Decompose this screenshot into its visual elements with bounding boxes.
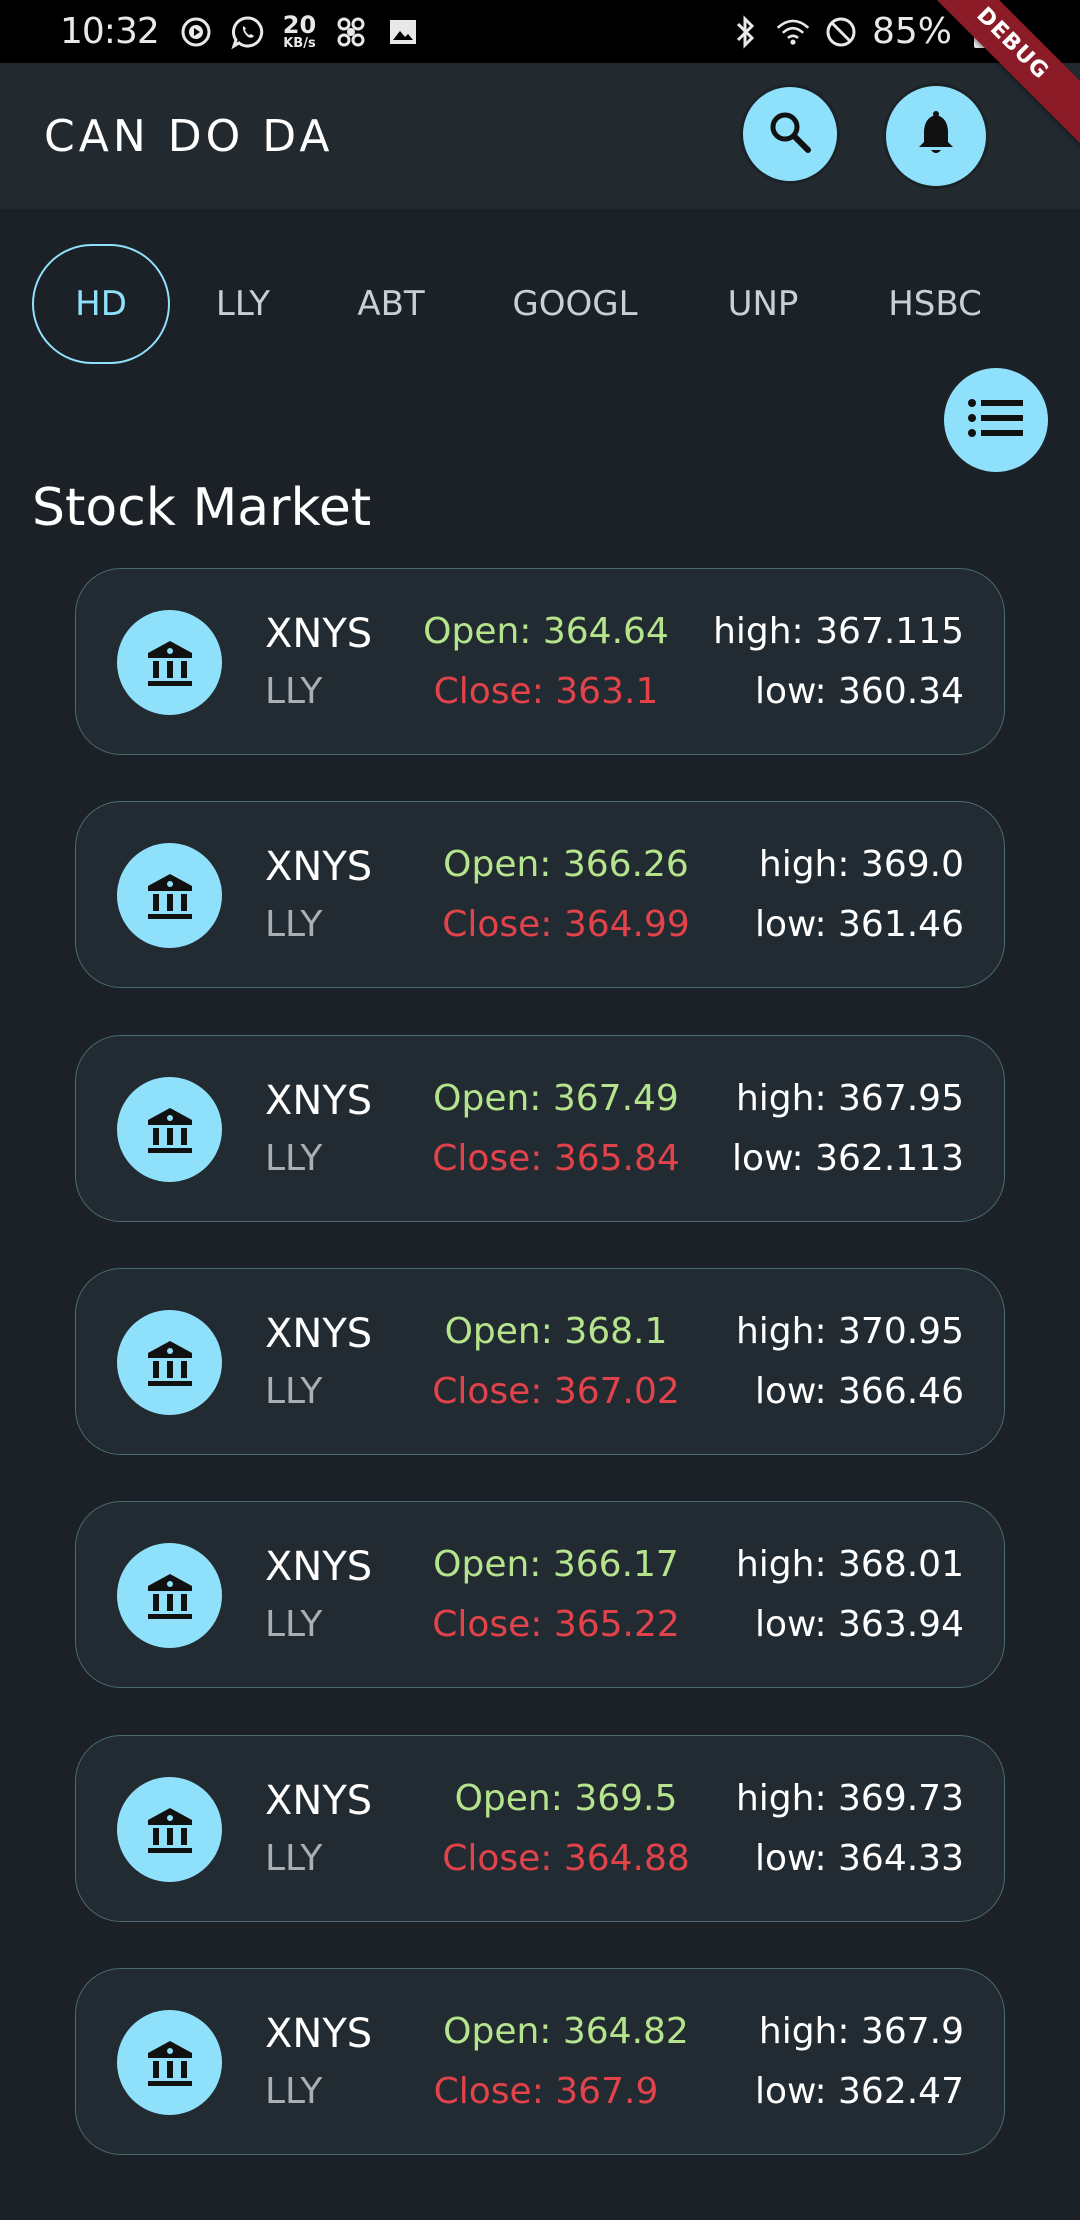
bell-icon	[911, 109, 961, 163]
low-price: low: 362.113	[732, 1138, 964, 1179]
open-price: Open: 364.64	[423, 611, 669, 652]
close-price: Close: 365.84	[432, 1138, 680, 1179]
exchange-label: XNYS	[265, 2011, 373, 2057]
stock-card[interactable]: XNYS LLY Open: 366.26 Close: 364.99 high…	[75, 801, 1005, 988]
exchange-label: XNYS	[265, 611, 373, 657]
section-title: Stock Market	[32, 478, 372, 538]
open-price: Open: 369.5	[454, 1778, 678, 1819]
symbol-label: LLY	[265, 1138, 323, 1179]
bank-icon	[117, 843, 222, 948]
high-price: high: 367.115	[713, 611, 964, 652]
tab-hsbc[interactable]: HSBC	[860, 244, 1010, 364]
tab-lly[interactable]: LLY	[190, 244, 296, 364]
low-price: low: 364.33	[754, 1838, 964, 1879]
open-price: Open: 366.17	[433, 1544, 679, 1585]
open-price: Open: 364.82	[443, 2011, 689, 2052]
exchange-label: XNYS	[265, 1078, 373, 1124]
play-circle-icon	[179, 15, 213, 49]
notifications-button[interactable]	[883, 83, 989, 189]
whatsapp-icon	[231, 15, 265, 49]
image-icon	[386, 15, 420, 49]
close-price: Close: 365.22	[432, 1604, 680, 1645]
app-title: CAN DO DA	[44, 110, 334, 162]
symbol-label: LLY	[265, 1838, 323, 1879]
close-price: Close: 364.88	[442, 1838, 690, 1879]
symbol-label: LLY	[265, 2071, 323, 2112]
net-speed-value: 20	[282, 11, 317, 39]
do-not-disturb-icon	[824, 15, 858, 49]
high-price: high: 370.95	[735, 1311, 964, 1352]
stock-card[interactable]: XNYS LLY Open: 369.5 Close: 364.88 high:…	[75, 1735, 1005, 1922]
close-price: Close: 363.1	[433, 671, 659, 712]
stock-card[interactable]: XNYS LLY Open: 364.64 Close: 363.1 high:…	[75, 568, 1005, 755]
stock-card[interactable]: XNYS LLY Open: 364.82 Close: 367.9 high:…	[75, 1968, 1005, 2155]
close-price: Close: 367.9	[433, 2071, 659, 2112]
symbol-label: LLY	[265, 904, 323, 945]
tab-unp[interactable]: UNP	[700, 244, 826, 364]
net-speed-icon: 20 KB/s	[283, 13, 316, 50]
search-icon	[766, 108, 814, 160]
tab-abt[interactable]: ABT	[336, 244, 446, 364]
close-price: Close: 364.99	[442, 904, 690, 945]
battery-percent: 85%	[871, 11, 952, 52]
exchange-label: XNYS	[265, 1311, 373, 1357]
low-price: low: 361.46	[754, 904, 964, 945]
bank-icon	[117, 2010, 222, 2115]
wifi-icon	[776, 15, 810, 49]
close-price: Close: 367.02	[432, 1371, 680, 1412]
tab-hd[interactable]: HD	[32, 244, 170, 364]
list-icon	[967, 398, 1025, 442]
symbol-label: LLY	[265, 1604, 323, 1645]
tab-googl[interactable]: GOOGL	[490, 244, 660, 364]
high-price: high: 368.01	[735, 1544, 964, 1585]
open-price: Open: 366.26	[443, 844, 689, 885]
ticker-tabs: HD LLY ABT GOOGL UNP HSBC	[0, 240, 1080, 368]
bank-icon	[117, 1077, 222, 1182]
bank-icon	[117, 610, 222, 715]
search-button[interactable]	[740, 84, 840, 184]
stock-card[interactable]: XNYS LLY Open: 368.1 Close: 367.02 high:…	[75, 1268, 1005, 1455]
bank-icon	[117, 1777, 222, 1882]
app-bar: CAN DO DA	[0, 63, 1080, 209]
high-price: high: 369.73	[735, 1778, 964, 1819]
status-time: 10:32	[60, 11, 160, 52]
low-price: low: 366.46	[754, 1371, 964, 1412]
bluetooth-icon	[728, 14, 762, 49]
net-speed-unit: KB/s	[283, 36, 316, 51]
exchange-label: XNYS	[265, 844, 373, 890]
symbol-label: LLY	[265, 1371, 323, 1412]
status-icons-left: 20 KB/s	[179, 13, 420, 50]
fan-icon	[334, 15, 368, 49]
stock-card[interactable]: XNYS LLY Open: 367.49 Close: 365.84 high…	[75, 1035, 1005, 1222]
high-price: high: 369.0	[758, 844, 964, 885]
screen: 10:32 20 KB/s 85% DEBUG CAN DO DA HD LLY…	[0, 0, 1080, 2220]
exchange-label: XNYS	[265, 1778, 373, 1824]
low-price: low: 360.34	[754, 671, 964, 712]
status-bar: 10:32 20 KB/s 85%	[0, 0, 1080, 63]
list-view-button[interactable]	[944, 368, 1048, 472]
high-price: high: 367.95	[735, 1078, 964, 1119]
low-price: low: 362.47	[754, 2071, 964, 2112]
stock-card[interactable]: XNYS LLY Open: 366.17 Close: 365.22 high…	[75, 1501, 1005, 1688]
low-price: low: 363.94	[754, 1604, 964, 1645]
exchange-label: XNYS	[265, 1544, 373, 1590]
open-price: Open: 367.49	[433, 1078, 679, 1119]
high-price: high: 367.9	[758, 2011, 964, 2052]
open-price: Open: 368.1	[444, 1311, 668, 1352]
bank-icon	[117, 1543, 222, 1648]
symbol-label: LLY	[265, 671, 323, 712]
bank-icon	[117, 1310, 222, 1415]
